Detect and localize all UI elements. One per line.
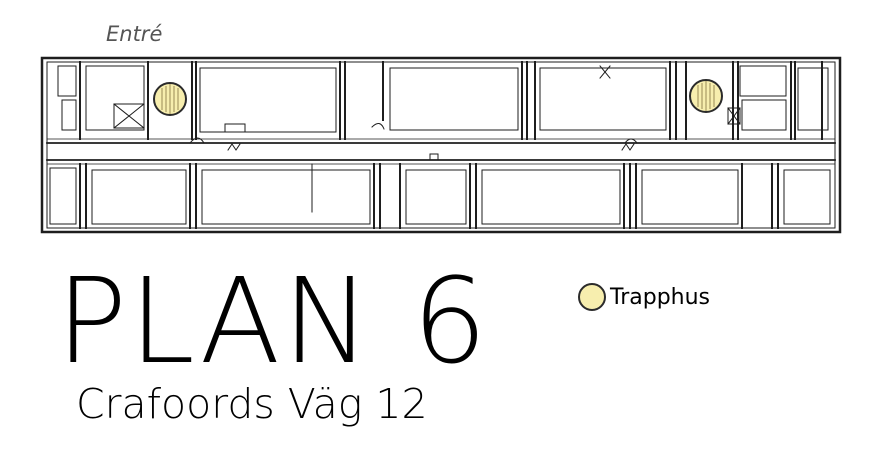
outer-wall — [40, 56, 842, 234]
legend-label-stairwell: Trapphus — [610, 284, 711, 310]
stairwell-circle-icon — [578, 283, 606, 311]
legend: Trapphus — [578, 283, 710, 311]
bottom-room-walls — [79, 163, 779, 229]
plan-title: PLAN 6 — [56, 252, 490, 390]
stairwell-marker-west — [153, 82, 187, 116]
stairwell-marker-east — [689, 79, 723, 113]
plan-address: Crafoords Väg 12 — [76, 380, 428, 428]
